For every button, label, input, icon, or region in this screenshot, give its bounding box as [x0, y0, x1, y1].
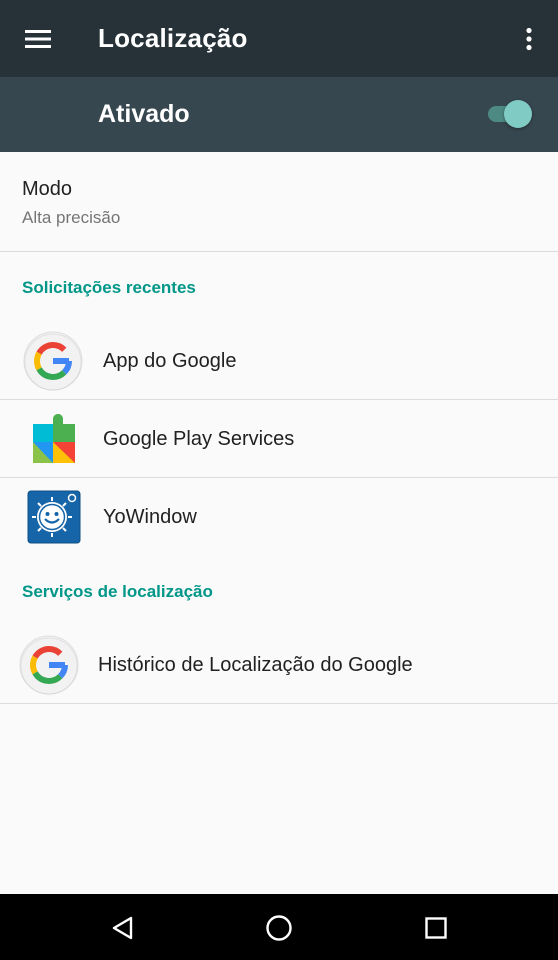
list-item-app-do-google[interactable]: App do Google — [0, 322, 558, 400]
google-g-icon — [23, 331, 83, 391]
location-services-header: Serviços de localização — [22, 582, 213, 601]
list-item-google-play-services[interactable]: Google Play Services — [0, 400, 558, 478]
menu-button[interactable] — [18, 22, 58, 56]
master-switch-bar[interactable]: Ativado — [0, 77, 558, 152]
mode-setting[interactable]: Modo Alta precisão — [0, 152, 558, 252]
recent-requests-header: Solicitações recentes — [22, 278, 196, 297]
list-item-google-location-history[interactable]: Histórico de Localização do Google — [0, 626, 558, 704]
page-title: Localização — [98, 23, 248, 53]
app-label: App do Google — [103, 350, 237, 372]
hamburger-menu-icon — [25, 30, 51, 48]
app-label: Google Play Services — [103, 428, 295, 450]
more-vert-icon — [526, 27, 532, 51]
mode-title: Modo — [22, 178, 73, 200]
system-navigation-bar — [0, 894, 558, 960]
yowindow-icon — [24, 487, 84, 547]
back-button[interactable] — [101, 906, 145, 950]
home-icon — [266, 915, 292, 941]
recents-button[interactable] — [414, 906, 458, 950]
app-bar: Localização — [0, 0, 558, 77]
recents-icon — [425, 917, 447, 939]
master-switch-label: Ativado — [98, 100, 190, 128]
back-icon — [112, 916, 133, 940]
overflow-menu-button[interactable] — [514, 22, 544, 56]
app-label: Histórico de Localização do Google — [98, 654, 413, 676]
list-item-yowindow[interactable]: YoWindow — [0, 478, 558, 556]
mode-value: Alta precisão — [22, 208, 121, 227]
app-label: YoWindow — [103, 506, 197, 528]
home-button[interactable] — [257, 906, 301, 950]
location-toggle-switch[interactable] — [486, 97, 534, 131]
google-g-icon — [19, 635, 79, 695]
play-services-icon — [25, 408, 85, 468]
switch-thumb — [504, 100, 532, 128]
